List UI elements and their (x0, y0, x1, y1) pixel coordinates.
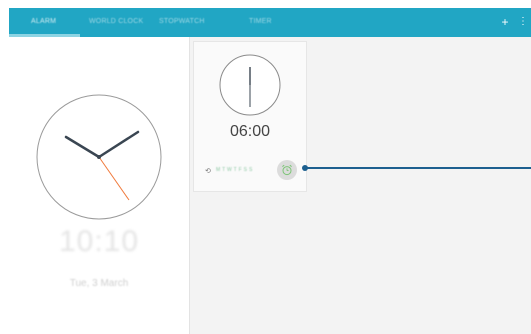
alarm-clock-icon (282, 164, 292, 176)
tab-timer[interactable]: TIMER (249, 8, 272, 37)
add-alarm-button[interactable]: + (498, 8, 512, 37)
more-vertical-icon: ⋮ (518, 16, 528, 27)
more-options-button[interactable]: ⋮ (518, 8, 528, 37)
alarm-toggle-button[interactable] (277, 160, 297, 180)
current-time: 10:10 (58, 225, 140, 258)
alarm-mini-clock (219, 54, 281, 116)
current-time-panel: 10:10 Tue, 3 March (9, 37, 190, 334)
repeat-icon: ⟲ (205, 168, 211, 175)
alarm-time: 06:00 (229, 123, 271, 140)
current-date: Tue, 3 March (69, 278, 129, 289)
tab-alarm[interactable]: ALARM (31, 8, 56, 37)
top-tab-bar: ALARM WORLD CLOCK STOPWATCH TIMER + ⋮ (9, 8, 531, 37)
plus-icon: + (501, 15, 509, 29)
callout-line (305, 167, 531, 169)
alarm-repeat-days: M T W T F S S (216, 167, 253, 173)
clock-center (97, 155, 101, 159)
tab-stopwatch[interactable]: STOPWATCH (159, 8, 205, 37)
tab-world-clock[interactable]: WORLD CLOCK (89, 8, 143, 37)
clock-app-window: ALARM WORLD CLOCK STOPWATCH TIMER + ⋮ 10… (9, 8, 531, 334)
analog-clock (36, 94, 162, 220)
alarm-card[interactable]: 06:00 ⟲ M T W T F S S (193, 41, 307, 192)
callout-dot (302, 165, 308, 171)
